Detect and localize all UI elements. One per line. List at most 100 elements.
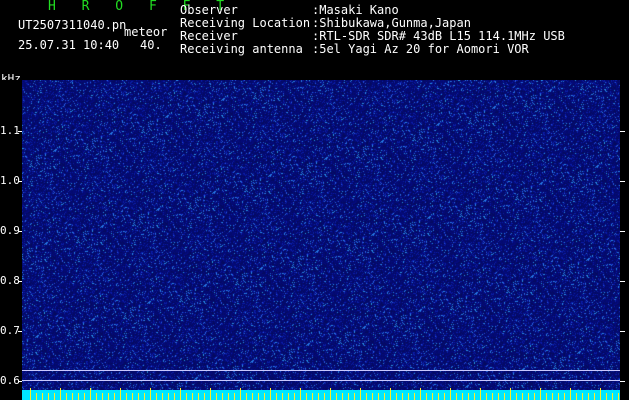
x-tick-mark — [522, 393, 523, 400]
x-tick-mark — [432, 393, 433, 400]
mode-label: meteor — [124, 25, 168, 39]
x-tick-mark — [78, 393, 79, 400]
y-tick-label: 0.7 — [0, 324, 20, 337]
x-tick-mark — [102, 393, 103, 400]
right-tick-mark — [620, 381, 625, 382]
x-tick-mark — [402, 393, 403, 400]
y-axis: 1.1 1.0 0.9 0.8 0.7 0.6 — [0, 80, 22, 400]
x-tick-mark — [546, 393, 547, 400]
x-tick-mark — [426, 393, 427, 400]
y-tick-label: 0.8 — [0, 274, 20, 287]
y-tick-label: 1.0 — [0, 174, 20, 187]
x-tick-mark — [54, 393, 55, 400]
x-tick-mark — [108, 393, 109, 400]
x-tick-mark — [612, 393, 613, 400]
x-tick-mark — [312, 393, 313, 400]
x-tick-mark — [132, 393, 133, 400]
x-tick-mark — [294, 393, 295, 400]
y-tick-label: 0.9 — [0, 224, 20, 237]
x-tick-mark — [504, 393, 505, 400]
right-tick-mark — [620, 181, 625, 182]
x-tick-mark — [174, 393, 175, 400]
info-labels: Observer Receiving Location Receiver Rec… — [180, 4, 310, 56]
x-tick-mark — [480, 388, 481, 400]
x-tick-mark — [282, 393, 283, 400]
x-tick-mark — [606, 393, 607, 400]
x-tick-mark — [564, 393, 565, 400]
x-tick-mark — [318, 393, 319, 400]
x-tick-mark — [264, 393, 265, 400]
count-label: 40. — [140, 38, 162, 52]
y-tick-label: 1.1 — [0, 124, 20, 137]
x-tick-mark — [408, 393, 409, 400]
x-tick-mark — [276, 393, 277, 400]
x-tick-mark — [144, 393, 145, 400]
x-tick-mark — [366, 393, 367, 400]
y-tick-label: 0.6 — [0, 374, 20, 387]
x-tick-mark — [210, 388, 211, 400]
x-tick-mark — [150, 388, 151, 400]
x-tick-mark — [348, 393, 349, 400]
x-tick-mark — [246, 393, 247, 400]
x-tick-mark — [162, 393, 163, 400]
x-tick-mark — [618, 393, 619, 400]
x-tick-mark — [192, 393, 193, 400]
x-tick-mark — [66, 393, 67, 400]
x-tick-mark — [60, 388, 61, 400]
x-tick-mark — [588, 393, 589, 400]
x-tick-mark — [378, 393, 379, 400]
x-tick-mark — [198, 393, 199, 400]
x-tick-mark — [486, 393, 487, 400]
right-margin — [620, 80, 629, 400]
x-tick-mark — [84, 393, 85, 400]
x-tick-mark — [270, 388, 271, 400]
spectrogram-noise — [22, 80, 620, 393]
x-tick-mark — [534, 393, 535, 400]
x-tick-mark — [336, 393, 337, 400]
x-tick-mark — [582, 393, 583, 400]
x-tick-mark — [414, 393, 415, 400]
info-values: :Masaki Kano :Shibukawa,Gunma,Japan :RTL… — [312, 4, 565, 56]
x-tick-mark — [126, 393, 127, 400]
header-panel: H R O F F T UT2507311040.pn meteor 25.07… — [0, 0, 629, 76]
x-tick-mark — [438, 393, 439, 400]
x-tick-mark — [384, 393, 385, 400]
x-tick-mark — [168, 393, 169, 400]
x-tick-mark — [30, 388, 31, 400]
x-tick-mark — [288, 393, 289, 400]
x-tick-mark — [594, 393, 595, 400]
info-label-antenna: Receiving antenna — [180, 42, 303, 56]
reference-line — [22, 370, 620, 371]
x-tick-mark — [36, 393, 37, 400]
x-tick-mark — [360, 388, 361, 400]
x-tick-mark — [528, 393, 529, 400]
x-tick-mark — [222, 393, 223, 400]
x-tick-mark — [258, 393, 259, 400]
reference-line — [22, 380, 620, 381]
x-tick-mark — [498, 393, 499, 400]
x-tick-mark — [390, 388, 391, 400]
x-tick-mark — [516, 393, 517, 400]
x-tick-mark — [96, 393, 97, 400]
x-tick-mark — [342, 393, 343, 400]
x-tick-mark — [450, 388, 451, 400]
x-tick-mark — [252, 393, 253, 400]
signal-band — [22, 390, 620, 400]
x-tick-mark — [552, 393, 553, 400]
x-tick-mark — [306, 393, 307, 400]
x-tick-mark — [72, 393, 73, 400]
right-tick-mark — [620, 331, 625, 332]
x-tick-mark — [558, 393, 559, 400]
x-tick-mark — [300, 388, 301, 400]
x-tick-mark — [570, 388, 571, 400]
datetime-label: 25.07.31 10:40 — [18, 38, 120, 52]
info-value-antenna: :5el Yagi Az 20 for Aomori VOR — [312, 42, 529, 56]
x-tick-mark — [42, 393, 43, 400]
x-tick-mark — [396, 393, 397, 400]
filename-label: UT2507311040.pn — [18, 18, 127, 32]
x-tick-mark — [120, 388, 121, 400]
right-tick-mark — [620, 281, 625, 282]
x-tick-mark — [462, 393, 463, 400]
x-tick-mark — [576, 393, 577, 400]
x-tick-mark — [156, 393, 157, 400]
